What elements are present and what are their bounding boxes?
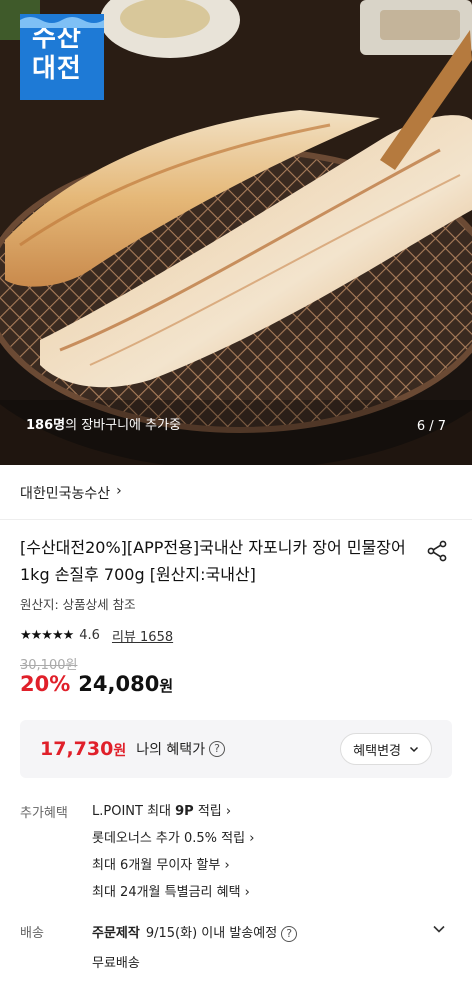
fish-festival-badge: 수산 대전 xyxy=(20,14,104,100)
discount-rate: 20% xyxy=(20,672,71,696)
benefit-item-suffix: 적립 › xyxy=(193,804,232,819)
shipping-label: 배송 xyxy=(20,926,44,941)
benefit-price-currency: 원 xyxy=(113,743,127,759)
benefit-price: 17,730원 xyxy=(40,738,126,760)
cart-activity-text: 186명의 장바구니에 추가중 xyxy=(26,414,181,433)
origin-info: 원산지: 상품상세 참조 xyxy=(20,597,136,612)
my-benefit-box: 17,730원 나의 혜택가 ? 혜택변경 xyxy=(20,720,452,778)
cart-count: 186명 xyxy=(26,418,66,433)
star-rating-icon: ★★★★★ xyxy=(20,627,74,643)
rating-score: 4.6 xyxy=(79,627,100,643)
product-title: [수산대전20%][APP전용]국내산 자포니카 장어 민물장어 1kg 손질후… xyxy=(20,538,406,584)
wave-icon xyxy=(20,17,104,28)
shipping-date: 9/15(화) 이내 발송예정 xyxy=(145,926,278,941)
benefit-item-lotte-owners[interactable]: 롯데오너스 추가 0.5% 적립 › xyxy=(92,827,254,854)
review-link[interactable]: 리뷰 1658 xyxy=(112,626,173,645)
benefit-item-special-rate[interactable]: 최대 24개월 특별금리 혜택 › xyxy=(92,881,254,908)
extra-benefits-label: 추가혜택 xyxy=(20,806,68,821)
benefit-item-text: 최대 6개월 무이자 할부 › xyxy=(92,858,230,873)
chevron-down-icon xyxy=(409,746,419,753)
benefit-item-bold: 9P xyxy=(175,804,194,819)
question-icon[interactable]: ? xyxy=(281,925,298,942)
question-icon[interactable]: ? xyxy=(209,741,226,757)
sale-price-currency: 원 xyxy=(159,677,174,695)
shipping-type: 주문제작 xyxy=(92,926,140,941)
price-row: 20% 24,080 원 xyxy=(0,672,472,708)
benefit-price-value: 17,730 xyxy=(40,738,114,760)
benefit-item-text: L.POINT 최대 xyxy=(92,804,176,819)
benefit-label: 나의 혜택가 xyxy=(136,742,206,758)
benefit-item-lpoint[interactable]: L.POINT 최대 9P 적립 › xyxy=(92,800,254,827)
product-image-carousel[interactable]: 수산 대전 186명의 장바구니에 추가중 6 / 7 xyxy=(0,0,472,465)
shipping-fee: 무료배송 xyxy=(92,955,140,971)
benefit-item-text: 롯데오너스 추가 0.5% 적립 › xyxy=(92,831,255,846)
chevron-right-icon: › xyxy=(116,483,122,499)
rating-row: ★★★★★ 4.6 리뷰 1658 xyxy=(0,618,472,645)
cart-text: 의 장바구니에 추가중 xyxy=(65,418,182,433)
original-price: 30,100원 xyxy=(20,658,78,673)
badge-line2: 대전 xyxy=(32,54,82,84)
benefit-item-installment[interactable]: 최대 6개월 무이자 할부 › xyxy=(92,854,254,881)
chevron-down-icon[interactable] xyxy=(432,922,446,936)
sale-price: 24,080 xyxy=(78,672,160,696)
shipping-info[interactable]: 배송 주문제작 9/15(화) 이내 발송예정? 무료배송 xyxy=(0,908,472,971)
image-counter: 6 / 7 xyxy=(416,419,446,434)
benefit-item-text: 최대 24개월 특별금리 혜택 › xyxy=(92,885,250,900)
change-benefit-button[interactable]: 혜택변경 xyxy=(340,733,432,765)
share-icon[interactable] xyxy=(426,540,448,562)
extra-benefits: 추가혜택 L.POINT 최대 9P 적립 › 롯데오너스 추가 0.5% 적립… xyxy=(0,778,472,908)
change-benefit-label: 혜택변경 xyxy=(353,743,401,759)
brand-name: 대한민국농수산 xyxy=(20,486,111,502)
brand-link[interactable]: 대한민국농수산 › xyxy=(0,465,472,520)
